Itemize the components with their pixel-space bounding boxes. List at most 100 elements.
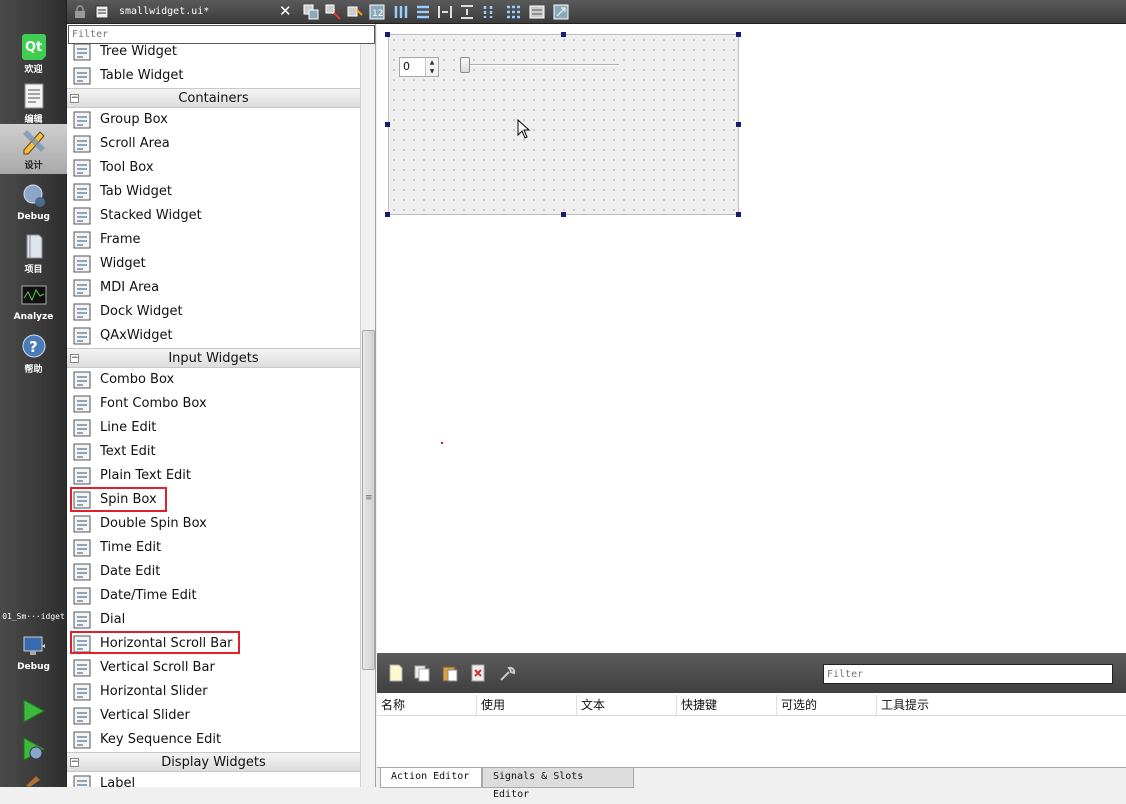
widget-item-time-edit[interactable]: Time Edit (67, 536, 360, 560)
close-icon[interactable]: ✕ (279, 2, 292, 20)
new-action-icon[interactable] (387, 664, 405, 682)
widget-item-dial[interactable]: Dial (67, 608, 360, 632)
form-spin-box[interactable]: 0 ▲ ▼ (399, 57, 439, 77)
layout-horizontal-splitter-icon[interactable] (437, 4, 453, 20)
collapse-toggle-icon[interactable]: − (70, 94, 79, 103)
widget-item-widget[interactable]: Widget (67, 252, 360, 276)
scrollbar-thumb[interactable]: ≡ (362, 330, 375, 670)
table-icon (73, 67, 91, 85)
lineedit-icon (73, 419, 91, 437)
mode-analyze[interactable]: Analyze (0, 278, 67, 326)
widget-item-qaxwidget[interactable]: QAxWidget (67, 324, 360, 348)
widget-item-label[interactable]: Label (67, 772, 360, 787)
widget-item-text-edit[interactable]: Text Edit (67, 440, 360, 464)
lock-icon[interactable] (73, 5, 87, 19)
delete-action-icon[interactable] (469, 664, 487, 682)
build-target-selector[interactable]: Debug (0, 628, 67, 676)
form-widget[interactable]: 0 ▲ ▼ (388, 34, 739, 215)
layout-vertical-icon[interactable] (415, 4, 431, 20)
selection-handle-left[interactable] (385, 122, 390, 127)
form-slider-handle[interactable] (460, 57, 470, 73)
mode-welcome[interactable]: Qt 欢迎 (0, 28, 67, 76)
widget-item-plain-text-edit[interactable]: Plain Text Edit (67, 464, 360, 488)
widget-item-label: Tab Widget (100, 184, 172, 199)
label-icon (73, 775, 91, 787)
scrollarea-icon (73, 135, 91, 153)
column-header-shortcut[interactable]: 快捷键 (677, 695, 777, 716)
widget-item-vertical-slider[interactable]: Vertical Slider (67, 704, 360, 728)
selection-handle-top-right[interactable] (736, 32, 741, 37)
selection-handle-bottom[interactable] (561, 212, 566, 217)
edit-signals-slots-icon[interactable] (325, 4, 341, 20)
adjust-size-icon[interactable] (553, 4, 569, 20)
category-containers[interactable]: − Containers (67, 88, 360, 108)
widget-item-stacked-widget[interactable]: Stacked Widget (67, 204, 360, 228)
widget-item-label: MDI Area (100, 280, 160, 295)
widget-item-date-time-edit[interactable]: Date/Time Edit (67, 584, 360, 608)
run-icon[interactable] (20, 698, 46, 724)
widget-box-scrollbar[interactable]: ≡ (360, 44, 375, 787)
paste-action-icon[interactable] (441, 664, 459, 682)
selection-handle-top-left[interactable] (385, 32, 390, 37)
debug-run-icon[interactable] (20, 736, 46, 762)
category-display-widgets[interactable]: − Display Widgets (67, 752, 360, 772)
category-input-widgets[interactable]: − Input Widgets (67, 348, 360, 368)
widget-item-double-spin-box[interactable]: Double Spin Box (67, 512, 360, 536)
copy-action-icon[interactable] (413, 664, 431, 682)
edit-tab-order-icon[interactable]: 12 (369, 4, 385, 20)
widget-item-table-widget[interactable]: Table Widget (67, 64, 360, 88)
widget-item-line-edit[interactable]: Line Edit (67, 416, 360, 440)
collapse-toggle-icon[interactable]: − (70, 758, 79, 767)
widget-item-label: Date/Time Edit (100, 588, 197, 603)
configure-wrench-icon[interactable] (499, 664, 517, 682)
form-editor-canvas[interactable]: 0 ▲ ▼ (377, 24, 1126, 653)
column-header-used[interactable]: 使用 (477, 695, 577, 716)
column-header-tooltip[interactable]: 工具提示 (877, 695, 1126, 716)
spin-arrows-icon[interactable]: ▲ ▼ (425, 58, 438, 76)
mode-design[interactable]: 设计 (0, 124, 67, 174)
widget-item-mdi-area[interactable]: MDI Area (67, 276, 360, 300)
selection-handle-right[interactable] (736, 122, 741, 127)
widget-item-key-sequence-edit[interactable]: Key Sequence Edit (67, 728, 360, 752)
widget-item-frame[interactable]: Frame (67, 228, 360, 252)
widget-item-tool-box[interactable]: Tool Box (67, 156, 360, 180)
action-table-header: 名称 使用 文本 快捷键 可选的 工具提示 (377, 695, 1126, 716)
highlight-spin-box (70, 487, 167, 512)
widget-item-combo-box[interactable]: Combo Box (67, 368, 360, 392)
widget-item-label: Text Edit (100, 444, 156, 459)
column-header-checkable[interactable]: 可选的 (777, 695, 877, 716)
session-label[interactable]: 01_Sm···idget (0, 612, 67, 621)
tab-signals-slots-editor[interactable]: Signals & Slots Editor (482, 768, 634, 800)
tab-action-editor[interactable]: Action Editor (380, 768, 482, 788)
collapse-toggle-icon[interactable]: − (70, 354, 79, 363)
widget-item-label: Key Sequence Edit (100, 732, 222, 747)
layout-vertical-splitter-icon[interactable] (459, 4, 475, 20)
mode-projects[interactable]: 项目 (0, 228, 67, 276)
widget-item-vertical-scroll-bar[interactable]: Vertical Scroll Bar (67, 656, 360, 680)
build-hammer-icon[interactable] (22, 772, 44, 787)
column-header-text[interactable]: 文本 (577, 695, 677, 716)
edit-buddies-icon[interactable] (347, 4, 363, 20)
layout-grid-icon[interactable] (505, 4, 521, 20)
break-layout-icon[interactable] (529, 4, 545, 20)
widget-item-tree-widget[interactable]: Tree Widget (67, 40, 360, 64)
widget-item-scroll-area[interactable]: Scroll Area (67, 132, 360, 156)
column-header-name[interactable]: 名称 (377, 695, 477, 716)
selection-handle-bottom-left[interactable] (385, 212, 390, 217)
layout-horizontal-icon[interactable] (393, 4, 409, 20)
selection-handle-top[interactable] (561, 32, 566, 37)
widget-item-tab-widget[interactable]: Tab Widget (67, 180, 360, 204)
edit-widgets-icon[interactable] (303, 4, 319, 20)
mode-debug[interactable]: Debug (0, 178, 67, 226)
widget-item-font-combo-box[interactable]: Font Combo Box (67, 392, 360, 416)
mode-help[interactable]: ? 帮助 (0, 328, 67, 376)
form-slider-track[interactable] (461, 64, 619, 66)
action-filter-input[interactable] (823, 664, 1113, 684)
mode-edit[interactable]: 编辑 (0, 78, 67, 126)
widget-item-group-box[interactable]: Group Box (67, 108, 360, 132)
selection-handle-bottom-right[interactable] (736, 212, 741, 217)
widget-item-date-edit[interactable]: Date Edit (67, 560, 360, 584)
layout-form-icon[interactable] (481, 4, 497, 20)
widget-item-horizontal-slider[interactable]: Horizontal Slider (67, 680, 360, 704)
widget-item-dock-widget[interactable]: Dock Widget (67, 300, 360, 324)
